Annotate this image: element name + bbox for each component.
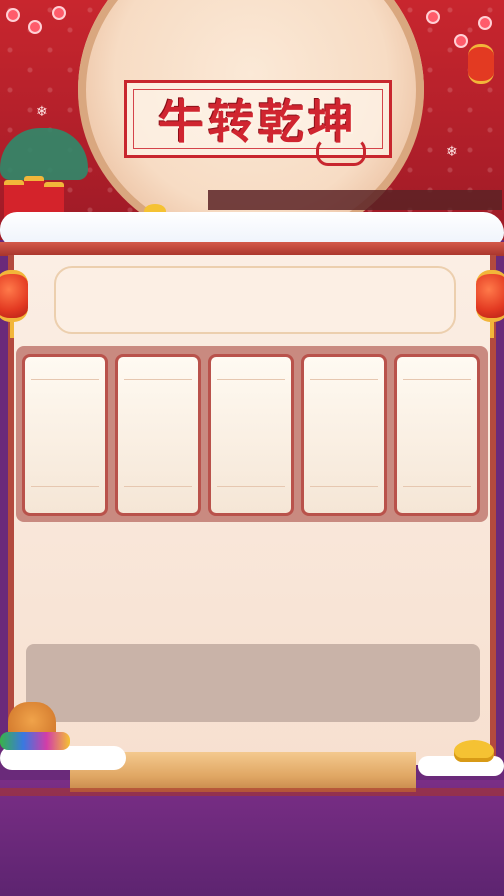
- plum-blossom-icon: [0, 0, 80, 50]
- gold-ingot-icon: [454, 740, 494, 762]
- lantern-icon: [468, 44, 494, 84]
- cloud-icon: [316, 138, 366, 166]
- card-slot-1[interactable]: [22, 354, 108, 516]
- info-box: [26, 644, 480, 722]
- card-slot-5[interactable]: [394, 354, 480, 516]
- snowflake-icon: ❄: [36, 104, 48, 120]
- bottom-background: [0, 780, 504, 896]
- snow-ledge: [0, 212, 504, 246]
- snowflake-icon: ❄: [446, 144, 458, 160]
- lantern-icon: [476, 270, 504, 338]
- lantern-icon: [0, 270, 28, 338]
- gems-icon: [0, 732, 70, 750]
- roof-rail: [0, 242, 504, 256]
- card-slot-3[interactable]: [208, 354, 294, 516]
- card-slot-4[interactable]: [301, 354, 387, 516]
- floor-edge: [0, 788, 504, 796]
- top-status-bar: [208, 190, 502, 210]
- header-plaque: [54, 266, 456, 334]
- card-slot-2[interactable]: [115, 354, 201, 516]
